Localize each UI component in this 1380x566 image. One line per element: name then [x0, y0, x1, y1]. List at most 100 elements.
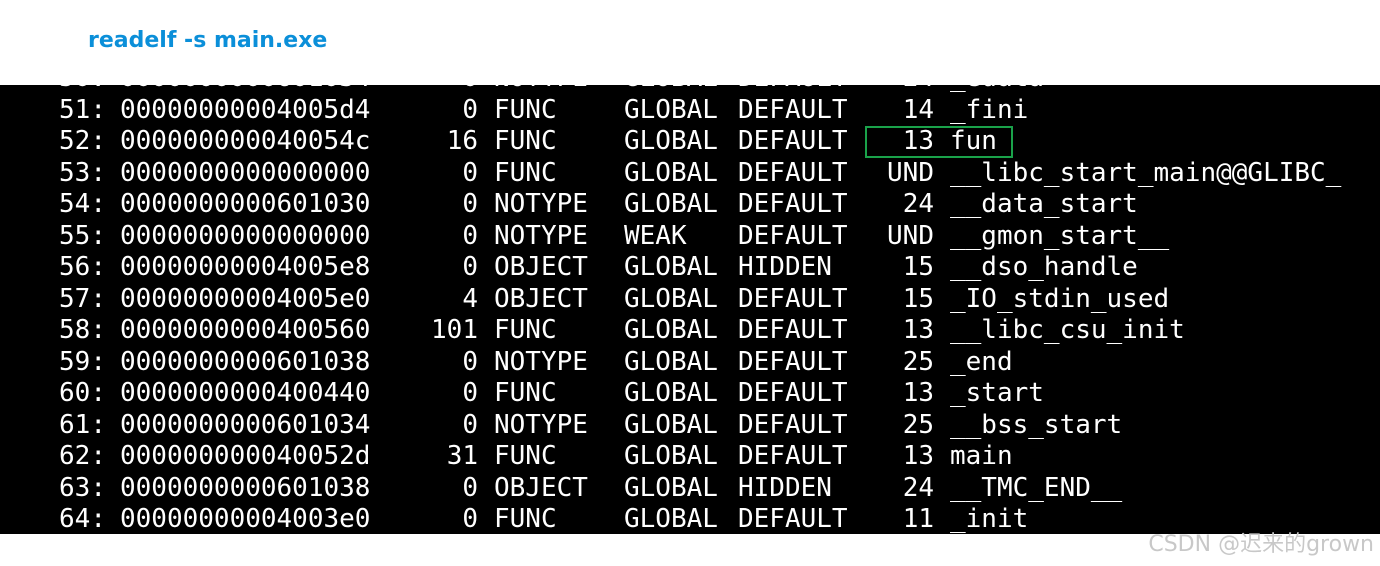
symbol-bind: GLOBAL: [624, 126, 718, 156]
symbol-name: __TMC_END__: [950, 472, 1123, 503]
symbol-name: main: [950, 441, 1013, 471]
symbol-bind: GLOBAL: [624, 283, 718, 314]
symbol-num: 55:: [59, 220, 106, 251]
symbol-name: __dso_handle: [950, 252, 1138, 282]
symbol-row: 62: 000000000040052d 31 FUNC GLOBAL DEFA…: [0, 441, 1380, 473]
terminal-output: 50: 0000000000601034 0 NOTYPE GLOBAL DEF…: [0, 85, 1380, 534]
symbol-num: 64:: [59, 504, 106, 534]
symbol-bind: GLOBAL: [624, 378, 718, 408]
symbol-type: OBJECT: [494, 283, 588, 314]
symbol-row: 54: 0000000000601030 0 NOTYPE GLOBAL DEF…: [0, 189, 1380, 221]
symbol-value: 0000000000400560: [120, 315, 371, 345]
symbol-name: __libc_start_main@@GLIBC_: [950, 157, 1342, 188]
symbol-type: OBJECT: [494, 252, 588, 282]
symbol-ndx: 24: [902, 472, 934, 503]
symbol-row: 63: 0000000000601038 0 OBJECT GLOBAL HID…: [0, 473, 1380, 505]
symbol-name: _init: [950, 504, 1029, 534]
symbol-size: 0: [462, 252, 478, 282]
symbol-bind: GLOBAL: [624, 189, 718, 219]
symbol-vis: DEFAULT: [738, 157, 848, 188]
symbol-row: 61: 0000000000601034 0 NOTYPE GLOBAL DEF…: [0, 410, 1380, 442]
symbol-type: NOTYPE: [494, 189, 588, 219]
symbol-name: __data_start: [950, 189, 1138, 219]
symbol-value: 00000000004005e8: [120, 252, 371, 282]
symbol-ndx: UND: [887, 220, 934, 251]
symbol-bind: GLOBAL: [624, 315, 718, 345]
symbol-value: 00000000004005d4: [120, 94, 371, 125]
symbol-name: _end: [950, 346, 1013, 377]
symbol-value: 0000000000000000: [120, 157, 371, 188]
symbol-vis: DEFAULT: [738, 346, 848, 377]
symbol-size: 0: [462, 409, 478, 440]
symbol-value: 000000000040054c: [120, 126, 371, 156]
symbol-num: 54:: [59, 189, 106, 219]
symbol-size: 16: [446, 126, 478, 156]
symbol-bind: GLOBAL: [624, 504, 718, 534]
symbol-row: 53: 0000000000000000 0 FUNC GLOBAL DEFAU…: [0, 158, 1380, 190]
symbol-bind: GLOBAL: [624, 346, 718, 377]
symbol-vis: DEFAULT: [738, 94, 848, 125]
symbol-size: 0: [400, 85, 478, 95]
symbol-row: 50: 0000000000601034 0 NOTYPE GLOBAL DEF…: [0, 85, 1380, 95]
symbol-num: 60:: [59, 378, 106, 408]
symbol-size: 0: [462, 472, 478, 503]
symbol-type: NOTYPE: [494, 346, 588, 377]
symbol-vis: DEFAULT: [738, 220, 848, 251]
symbol-num: 50:: [54, 85, 106, 95]
symbol-size: 0: [462, 220, 478, 251]
symbol-type: FUNC: [494, 94, 557, 125]
symbol-vis: DEFAULT: [738, 378, 848, 408]
symbol-ndx: UND: [887, 157, 934, 188]
symbol-type: NOTYPE: [494, 85, 588, 95]
symbol-num: 62:: [59, 441, 106, 471]
symbol-num: 57:: [59, 283, 106, 314]
symbol-row: 57: 00000000004005e0 4 OBJECT GLOBAL DEF…: [0, 284, 1380, 316]
symbol-num: 52:: [59, 126, 106, 156]
symbol-bind: GLOBAL: [624, 472, 718, 503]
symbol-num: 59:: [59, 346, 106, 377]
symbol-type: FUNC: [494, 378, 557, 408]
symbol-name: __gmon_start__: [950, 220, 1170, 251]
symbol-value: 000000000040052d: [120, 441, 371, 471]
symbol-type: NOTYPE: [494, 409, 588, 440]
symbol-vis: DEFAULT: [738, 409, 848, 440]
symbol-type: FUNC: [494, 126, 557, 156]
symbol-bind: GLOBAL: [624, 441, 718, 471]
symbol-vis: HIDDEN: [738, 252, 832, 282]
symbol-size: 0: [462, 94, 478, 125]
symbol-num: 51:: [59, 94, 106, 125]
symbol-ndx: 15: [902, 283, 934, 314]
symbol-ndx: 24: [902, 189, 934, 219]
symbol-row: 55: 0000000000000000 0 NOTYPE WEAK DEFAU…: [0, 221, 1380, 253]
symbol-value: 0000000000601038: [120, 472, 371, 503]
symbol-name: _fini: [950, 94, 1029, 125]
symbol-bind: WEAK: [624, 220, 687, 251]
symbol-ndx: 25: [902, 346, 934, 377]
symbol-ndx: 13: [902, 315, 934, 345]
symbol-name: __bss_start: [950, 409, 1123, 440]
symbol-size: 0: [462, 189, 478, 219]
symbol-bind: GLOBAL: [624, 94, 718, 125]
symbol-vis: DEFAULT: [738, 126, 848, 156]
symbol-num: 53:: [59, 157, 106, 188]
symbol-vis: DEFAULT: [738, 441, 848, 471]
watermark: CSDN @迟来的grown: [1148, 532, 1374, 557]
symbol-row: 58: 0000000000400560 101 FUNC GLOBAL DEF…: [0, 315, 1380, 347]
symbol-row: 52: 000000000040054c 16 FUNC GLOBAL DEFA…: [0, 126, 1380, 158]
symbol-num: 63:: [59, 472, 106, 503]
symbol-size: 101: [431, 315, 478, 345]
symbol-vis: HIDDEN: [738, 472, 832, 503]
symbol-vis: DEFAULT: [738, 283, 848, 314]
symbol-vis: DEFAULT: [738, 189, 848, 219]
symbol-table: 50: 0000000000601034 0 NOTYPE GLOBAL DEF…: [0, 85, 1380, 534]
symbol-num: 61:: [59, 409, 106, 440]
symbol-ndx: 14: [902, 94, 934, 125]
symbol-size: 0: [462, 504, 478, 534]
symbol-ndx: 13: [902, 378, 934, 408]
symbol-size: 31: [446, 441, 478, 471]
symbol-value: 0000000000601030: [120, 189, 371, 219]
symbol-ndx: 24: [868, 85, 934, 95]
symbol-num: 56:: [59, 252, 106, 282]
symbol-row: 59: 0000000000601038 0 NOTYPE GLOBAL DEF…: [0, 347, 1380, 379]
symbol-name: _start: [950, 378, 1044, 408]
